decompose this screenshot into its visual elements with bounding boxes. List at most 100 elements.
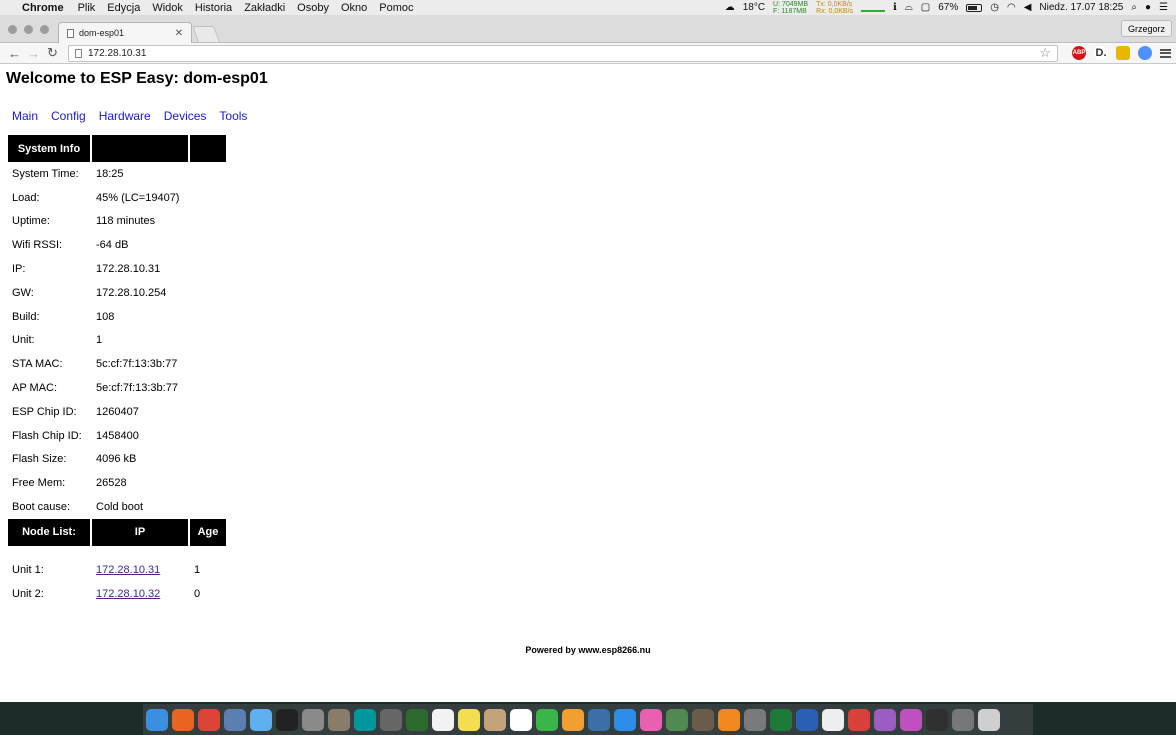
activity-monitor-icon[interactable] — [926, 708, 948, 731]
datetime[interactable]: Niedz. 17.07 18:25 — [1039, 2, 1123, 13]
menu-widok[interactable]: Widok — [152, 2, 183, 14]
finder-icon[interactable] — [146, 708, 168, 731]
notification-center-icon[interactable]: ☰ — [1159, 2, 1168, 13]
ibooks-icon[interactable] — [718, 708, 740, 731]
row-label: Free Mem: — [12, 477, 66, 490]
stickies-icon[interactable] — [458, 708, 480, 731]
downloads-icon[interactable] — [952, 708, 974, 731]
menu-zakladki[interactable]: Zakładki — [244, 2, 285, 14]
adblock-icon[interactable]: ABP — [1072, 46, 1086, 60]
brush-extension-icon[interactable] — [1116, 46, 1130, 60]
nav-devices[interactable]: Devices — [164, 109, 207, 123]
messages-icon[interactable] — [250, 708, 272, 731]
facetime-icon[interactable] — [536, 708, 558, 731]
spacer-row — [8, 546, 226, 558]
nav-tools[interactable]: Tools — [219, 109, 247, 123]
memory-stats[interactable]: U: 7049MB F: 1187MB — [773, 1, 808, 15]
browser-tab[interactable]: dom-esp01 ✕ — [58, 22, 192, 43]
macos-dock — [0, 702, 1176, 735]
launchpad-icon[interactable] — [302, 708, 324, 731]
row-label: ESP Chip ID: — [12, 405, 77, 418]
table-row: Flash Size: 4096 kB — [8, 448, 226, 472]
temperature[interactable]: 18°C — [743, 2, 765, 13]
fcp-icon[interactable] — [900, 708, 922, 731]
node-ip-link[interactable]: 172.28.10.31 — [96, 564, 160, 576]
trash-icon[interactable] — [978, 708, 1000, 731]
table-row: Free Mem: 26528 — [8, 471, 226, 495]
network-graph-icon[interactable] — [861, 4, 886, 12]
menu-osoby[interactable]: Osoby — [297, 2, 329, 14]
preview-icon[interactable] — [224, 708, 246, 731]
system-info-header: System Info — [8, 135, 226, 162]
textedit-icon[interactable] — [432, 708, 454, 731]
image-capture-icon[interactable] — [874, 708, 896, 731]
info-icon[interactable]: ℹ — [893, 2, 897, 13]
terminal-icon[interactable] — [276, 708, 298, 731]
menu-plik[interactable]: Plik — [78, 2, 96, 14]
nav-main[interactable]: Main — [12, 109, 38, 123]
app-store-icon[interactable] — [614, 708, 636, 731]
footer-text: Powered by www.esp8266.nu — [525, 645, 651, 655]
close-tab-icon[interactable]: ✕ — [175, 28, 183, 39]
chrome-menu-icon[interactable] — [1160, 48, 1171, 58]
network-stats[interactable]: Tx: 0,0KB/s Rx: 0,0KB/s — [816, 1, 853, 15]
minimize-window-button[interactable] — [24, 25, 33, 34]
arduino-icon[interactable] — [354, 708, 376, 731]
itunes-icon[interactable] — [640, 708, 662, 731]
zoom-window-button[interactable] — [40, 25, 49, 34]
volume-icon[interactable]: ◀ — [1024, 2, 1032, 13]
menu-edycja[interactable]: Edycja — [107, 2, 140, 14]
calendar-icon[interactable] — [510, 708, 532, 731]
glasses-icon[interactable]: ⌓ — [905, 2, 913, 13]
menubar-app-name[interactable]: Chrome — [22, 2, 64, 14]
activity-icon[interactable] — [406, 708, 428, 731]
bookmark-star-icon[interactable]: ☆ — [1039, 45, 1051, 61]
table-row: GW: 172.28.10.254 — [8, 281, 226, 305]
weather-icon[interactable]: ☁ — [725, 2, 735, 13]
node-ip-link[interactable]: 172.28.10.32 — [96, 588, 160, 600]
notes-folder-icon[interactable] — [328, 708, 350, 731]
spotlight-icon[interactable]: ⌕ — [1131, 2, 1137, 13]
tools-icon[interactable] — [380, 708, 402, 731]
menu-historia[interactable]: Historia — [195, 2, 232, 14]
contacts-icon[interactable] — [484, 708, 506, 731]
word-icon[interactable] — [796, 708, 818, 731]
row-value: 5c:cf:7f:13:3b:77 — [96, 358, 178, 371]
close-window-button[interactable] — [8, 25, 17, 34]
tab-strip: dom-esp01 ✕ Grzegorz — [0, 15, 1176, 43]
gps-icon[interactable] — [666, 708, 688, 731]
row-label: Flash Chip ID: — [12, 429, 82, 442]
virtualbox-icon[interactable] — [588, 708, 610, 731]
back-arrow-icon[interactable]: ← — [5, 46, 24, 61]
mail-icon[interactable] — [848, 708, 870, 731]
row-label: IP: — [12, 263, 26, 276]
profile-button[interactable]: Grzegorz — [1120, 20, 1172, 37]
battery-icon[interactable] — [966, 3, 983, 12]
nav-config[interactable]: Config — [51, 109, 86, 123]
forward-arrow-icon[interactable]: → — [24, 46, 43, 61]
disconnect-icon[interactable]: D. — [1094, 46, 1108, 60]
browser-toolbar: ← → ↻ 172.28.10.31 ☆ ABP D. — [0, 43, 1176, 64]
system-info-heading: System Info — [8, 135, 90, 162]
chrome-icon[interactable] — [198, 708, 220, 731]
battery-percent[interactable]: 67% — [938, 2, 958, 13]
reload-icon[interactable]: ↻ — [43, 45, 62, 61]
time-machine-icon[interactable]: ◷ — [990, 2, 999, 13]
address-bar[interactable]: 172.28.10.31 ☆ — [68, 44, 1058, 62]
empty-header-cell — [92, 135, 188, 162]
window-icon[interactable]: ▢ — [921, 2, 930, 13]
new-tab-button[interactable] — [192, 26, 220, 42]
document-icon[interactable] — [822, 708, 844, 731]
preferences-icon[interactable] — [744, 708, 766, 731]
photos-icon[interactable] — [562, 708, 584, 731]
gimp-icon[interactable] — [692, 708, 714, 731]
menu-okno[interactable]: Okno — [341, 2, 367, 14]
wifi-icon[interactable]: ◠ — [1007, 2, 1016, 13]
user-icon[interactable]: ● — [1145, 2, 1151, 13]
gear-extension-icon[interactable] — [1138, 46, 1152, 60]
url-text[interactable]: 172.28.10.31 — [88, 48, 146, 59]
nav-hardware[interactable]: Hardware — [99, 109, 151, 123]
excel-icon[interactable] — [770, 708, 792, 731]
firefox-icon[interactable] — [172, 708, 194, 731]
menu-pomoc[interactable]: Pomoc — [379, 2, 413, 14]
